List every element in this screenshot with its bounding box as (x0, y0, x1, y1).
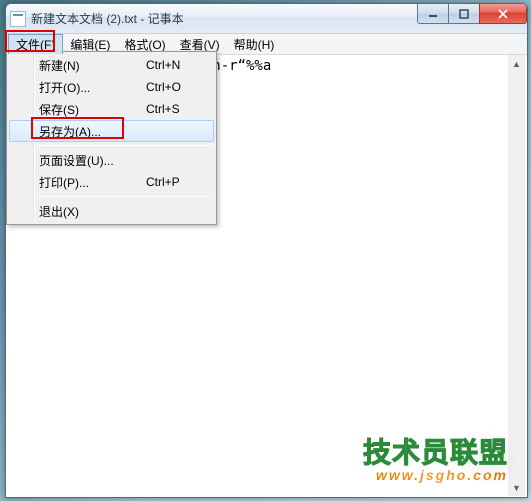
menu-help[interactable]: 帮助(H) (227, 34, 282, 54)
menu-item-open[interactable]: 打开(O)... Ctrl+O (9, 76, 214, 98)
menu-item-label: 保存(S) (39, 101, 146, 118)
close-icon (497, 9, 509, 19)
minimize-button[interactable] (417, 4, 449, 24)
close-button[interactable] (479, 4, 527, 24)
menu-item-shortcut: Ctrl+N (146, 58, 214, 72)
titlebar[interactable]: 新建文本文档 (2).txt - 记事本 (6, 4, 527, 34)
menu-item-print[interactable]: 打印(P)... Ctrl+P (9, 171, 214, 193)
notepad-icon (10, 11, 26, 27)
scroll-up-button[interactable]: ▲ (508, 55, 525, 72)
file-dropdown: 新建(N) Ctrl+N 打开(O)... Ctrl+O 保存(S) Ctrl+… (6, 51, 217, 225)
menu-item-label: 打印(P)... (39, 174, 146, 191)
menu-item-label: 另存为(A)... (39, 123, 145, 140)
dropdown-separator (37, 145, 212, 146)
dropdown-separator (37, 196, 212, 197)
menu-item-shortcut: Ctrl+O (146, 80, 214, 94)
vertical-scrollbar[interactable]: ▲ ▼ (508, 55, 525, 496)
menu-item-shortcut: Ctrl+S (146, 102, 214, 116)
menu-item-shortcut: Ctrl+P (146, 175, 214, 189)
window-controls (418, 4, 527, 24)
menu-item-label: 打开(O)... (39, 79, 146, 96)
maximize-icon (459, 9, 469, 19)
menu-item-saveas[interactable]: 另存为(A)... (9, 120, 214, 142)
menu-item-exit[interactable]: 退出(X) (9, 200, 214, 222)
menu-file[interactable]: 文件(F) (8, 34, 63, 54)
menu-item-label: 页面设置(U)... (39, 152, 146, 169)
scroll-down-button[interactable]: ▼ (508, 479, 525, 496)
minimize-icon (428, 9, 438, 19)
maximize-button[interactable] (448, 4, 480, 24)
menu-item-new[interactable]: 新建(N) Ctrl+N (9, 54, 214, 76)
menu-item-save[interactable]: 保存(S) Ctrl+S (9, 98, 214, 120)
menu-item-pagesetup[interactable]: 页面设置(U)... (9, 149, 214, 171)
desktop-background: 新建文本文档 (2).txt - 记事本 文件(F) 编辑(E) 格式(O) 查… (0, 0, 531, 501)
menu-item-label: 新建(N) (39, 57, 146, 74)
menu-item-label: 退出(X) (39, 203, 146, 220)
